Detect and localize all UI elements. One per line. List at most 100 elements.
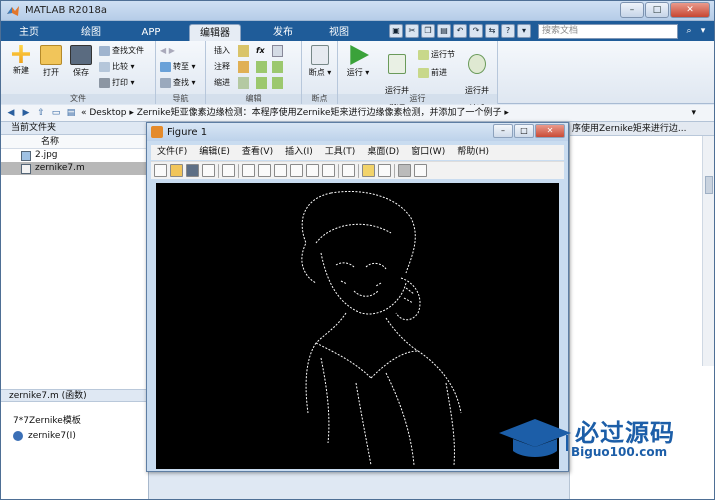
colorbar-icon[interactable]: [362, 164, 375, 177]
increase-indent-icon[interactable]: [256, 77, 267, 89]
detail-function[interactable]: zernike7(I): [13, 431, 76, 441]
comment-button[interactable]: 注释: [214, 61, 230, 73]
open-button[interactable]: 打开: [37, 45, 65, 78]
decrease-indent-icon[interactable]: [272, 77, 283, 89]
save-figure-icon[interactable]: [186, 164, 199, 177]
copy-icon[interactable]: ❐: [421, 24, 435, 38]
tab-plots[interactable]: 绘图: [71, 24, 111, 41]
figure-close-button[interactable]: ✕: [535, 124, 565, 138]
folder-icon[interactable]: ▤: [65, 105, 77, 121]
link-plot-icon[interactable]: [342, 164, 355, 177]
goto-button[interactable]: 转至 ▾: [160, 61, 196, 73]
zoom-in-icon[interactable]: [242, 164, 255, 177]
search-docs-input[interactable]: 搜索文档: [538, 24, 678, 39]
advance-button[interactable]: 前进: [418, 67, 447, 79]
menu-insert[interactable]: 插入(I): [279, 145, 319, 160]
back-icon[interactable]: ◀: [5, 105, 17, 121]
menu-file[interactable]: 文件(F): [151, 145, 193, 160]
print-button[interactable]: 打印 ▾: [99, 77, 135, 89]
uncomment-icon[interactable]: [272, 61, 283, 73]
zoom-out-icon[interactable]: [258, 164, 271, 177]
help-icon[interactable]: ?: [501, 24, 515, 38]
browse-folder-icon[interactable]: ▭: [50, 105, 62, 121]
function-icon: [13, 431, 23, 441]
find-files-button[interactable]: 查找文件: [99, 45, 144, 57]
breakpoints-button[interactable]: 断点 ▾: [306, 45, 334, 78]
list-item[interactable]: 2.jpg: [1, 149, 148, 162]
editor-scrollbar[interactable]: [702, 136, 714, 366]
path-dropdown-icon[interactable]: ▾: [691, 105, 696, 121]
smart-indent-icon[interactable]: [238, 77, 249, 89]
up-folder-icon[interactable]: ⇧: [35, 105, 47, 121]
search-icon[interactable]: ⌕: [683, 24, 695, 38]
forward-icon[interactable]: ▶: [20, 105, 32, 121]
menu-help[interactable]: 帮助(H): [451, 145, 495, 160]
tab-editor[interactable]: 编辑器: [189, 24, 241, 41]
pointer-icon[interactable]: [222, 164, 235, 177]
brush-icon[interactable]: [322, 164, 335, 177]
find-button[interactable]: 查找 ▾: [160, 77, 196, 89]
name-column-header[interactable]: 名称: [1, 135, 148, 149]
undo-icon[interactable]: ↶: [453, 24, 467, 38]
figure-maximize-button[interactable]: □: [514, 124, 534, 138]
indent-button[interactable]: 缩进: [214, 77, 230, 89]
paste-icon[interactable]: ▤: [437, 24, 451, 38]
new-figure-icon[interactable]: [154, 164, 167, 177]
details-panel: 7*7Zernike模板 zernike7(I): [1, 403, 148, 499]
compare-icon: [99, 61, 110, 72]
comment-icon[interactable]: [238, 61, 249, 73]
run-advance-icon: [388, 54, 406, 74]
close-button[interactable]: ✕: [670, 2, 710, 18]
data-cursor-icon[interactable]: [306, 164, 319, 177]
editor-tab[interactable]: 序使用Zernike矩来进行边...: [570, 122, 714, 136]
menu-view[interactable]: 查看(V): [236, 145, 279, 160]
percent-icon[interactable]: [256, 61, 267, 73]
new-button[interactable]: 新建: [7, 45, 35, 76]
open-file-icon[interactable]: [170, 164, 183, 177]
goto-icon: [160, 61, 171, 72]
minimize-button[interactable]: –: [620, 2, 644, 18]
dropdown-icon[interactable]: ▾: [517, 24, 531, 38]
run-button[interactable]: 运行 ▾: [344, 45, 372, 78]
find-files-icon: [99, 45, 110, 56]
rotate-icon[interactable]: [290, 164, 303, 177]
menu-window[interactable]: 窗口(W): [405, 145, 451, 160]
tab-view[interactable]: 视图: [319, 24, 359, 41]
run-icon: [350, 45, 369, 65]
tab-publish[interactable]: 发布: [263, 24, 303, 41]
nav-back-forward[interactable]: ◀ ▶: [160, 45, 175, 57]
figure-title: Figure 1: [167, 127, 208, 138]
details-title: zernike7.m (函数): [1, 389, 148, 402]
compare-button[interactable]: 比较 ▾: [99, 61, 135, 73]
figure-minimize-button[interactable]: –: [493, 124, 513, 138]
m-file-icon: [21, 163, 31, 174]
fx-icon[interactable]: fx: [256, 45, 265, 57]
notifications-icon[interactable]: ▾: [697, 24, 709, 38]
insert-section-icon[interactable]: [238, 45, 249, 57]
menu-edit[interactable]: 编辑(E): [193, 145, 236, 160]
menu-desktop[interactable]: 桌面(D): [361, 145, 405, 160]
tab-apps[interactable]: APP: [131, 24, 171, 41]
save-button[interactable]: 保存: [67, 45, 95, 78]
redo-icon[interactable]: ↷: [469, 24, 483, 38]
show-plot-tools-icon[interactable]: [414, 164, 427, 177]
maximize-button[interactable]: □: [645, 2, 669, 18]
cut-icon[interactable]: ✂: [405, 24, 419, 38]
insert-button[interactable]: 插入: [214, 45, 230, 57]
scroll-thumb[interactable]: [705, 176, 713, 194]
menu-tools[interactable]: 工具(T): [319, 145, 362, 160]
current-path[interactable]: « Desktop ▸ Zernike矩亚像素边缘检测：本程序使用Zernike…: [81, 105, 509, 121]
breakpoints-group: 断点 ▾ 断点: [302, 41, 338, 104]
insert-dropdown-icon[interactable]: [272, 45, 283, 57]
figure-title-bar: Figure 1 – □ ✕: [147, 123, 568, 141]
legend-icon[interactable]: [378, 164, 391, 177]
list-item[interactable]: zernike7.m: [1, 162, 148, 175]
tab-home[interactable]: 主页: [9, 24, 49, 41]
switch-windows-icon[interactable]: ⇆: [485, 24, 499, 38]
run-section-button[interactable]: 运行节: [418, 49, 455, 61]
print-figure-icon[interactable]: [202, 164, 215, 177]
image-file-icon: [21, 150, 31, 161]
save-icon[interactable]: ▣: [389, 24, 403, 38]
hide-plot-tools-icon[interactable]: [398, 164, 411, 177]
pan-icon[interactable]: [274, 164, 287, 177]
